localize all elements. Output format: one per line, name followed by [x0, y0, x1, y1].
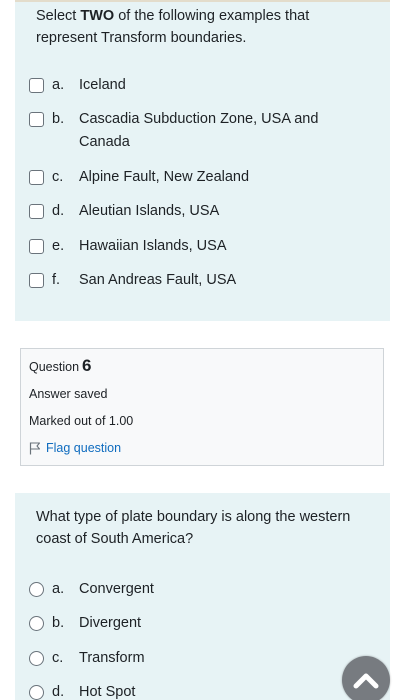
- answer-letter: d.: [52, 203, 65, 219]
- flag-question-link[interactable]: Flag question: [29, 441, 121, 455]
- question-number: Question 6: [29, 356, 92, 376]
- grade-info: Marked out of 1.00: [29, 414, 134, 428]
- checkbox[interactable]: [29, 170, 44, 185]
- flag-icon: [29, 441, 41, 454]
- answer-label[interactable]: Hawaiian Islands, USA: [79, 235, 351, 258]
- answer-letter: a.: [52, 581, 65, 597]
- answer-label[interactable]: Iceland: [79, 74, 351, 97]
- prompt-emphasis: TWO: [80, 8, 115, 24]
- answer-letter: b.: [52, 615, 65, 631]
- chevron-up-icon: [353, 673, 379, 689]
- answer-label[interactable]: Aleutian Islands, USA: [79, 200, 351, 223]
- question-number-value: 6: [82, 356, 92, 375]
- quiz-page: Select TWO of the following examples tha…: [0, 0, 405, 700]
- answer-letter: d.: [52, 684, 65, 700]
- radio-button[interactable]: [29, 651, 44, 666]
- prompt-text: Select: [36, 8, 81, 24]
- checkbox[interactable]: [29, 273, 44, 288]
- answer-label[interactable]: Transform: [79, 647, 351, 670]
- question-6-info: Question 6 Answer saved Marked out of 1.0…: [20, 348, 384, 466]
- answer-letter: f.: [52, 272, 61, 288]
- flag-label[interactable]: Flag question: [46, 441, 121, 455]
- question-5-text: Select TWO of the following examples tha…: [36, 5, 371, 49]
- checkbox[interactable]: [29, 112, 44, 127]
- radio-button[interactable]: [29, 685, 44, 700]
- answer-letter: c.: [52, 650, 64, 666]
- question-label: Question: [29, 360, 80, 374]
- checkbox[interactable]: [29, 204, 44, 219]
- answer-letter: b.: [52, 111, 65, 127]
- answer-state: Answer saved: [29, 387, 108, 401]
- answer-label[interactable]: Divergent: [79, 612, 351, 635]
- checkbox[interactable]: [29, 239, 44, 254]
- answer-letter: a.: [52, 77, 65, 93]
- radio-button[interactable]: [29, 616, 44, 631]
- answer-label[interactable]: Convergent: [79, 578, 351, 601]
- answer-label[interactable]: Alpine Fault, New Zealand: [79, 166, 351, 189]
- answer-label[interactable]: Hot Spot: [79, 681, 351, 700]
- answer-letter: c.: [52, 169, 64, 185]
- question-6-text: What type of plate boundary is along the…: [36, 509, 351, 547]
- answer-label[interactable]: San Andreas Fault, USA: [79, 269, 351, 292]
- answer-letter: e.: [52, 238, 65, 254]
- divider: [15, 0, 390, 2]
- scroll-to-top-button[interactable]: [342, 656, 390, 700]
- answer-label[interactable]: Cascadia Subduction Zone, USA and Canada: [79, 108, 351, 154]
- radio-button[interactable]: [29, 582, 44, 597]
- checkbox[interactable]: [29, 78, 44, 93]
